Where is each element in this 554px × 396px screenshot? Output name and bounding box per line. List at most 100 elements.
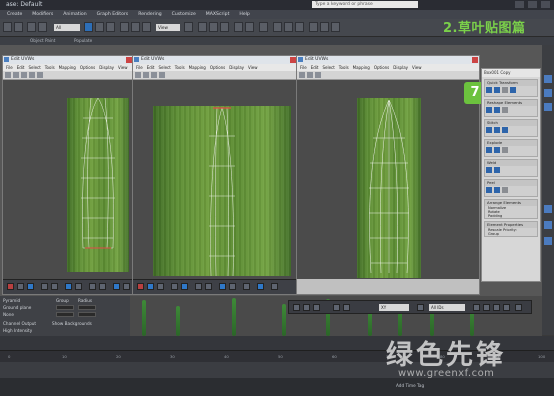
ring-icon[interactable] xyxy=(65,283,72,290)
paint-select-icon[interactable] xyxy=(113,283,120,290)
zoom-region-icon[interactable] xyxy=(493,304,500,311)
rollout-arrange-elements[interactable]: Arrange Elements Normalize Rotate Paddin… xyxy=(484,199,538,219)
scale-icon[interactable] xyxy=(151,72,157,78)
padding-field[interactable]: Padding xyxy=(485,214,537,218)
edge-mode-icon[interactable] xyxy=(17,283,24,290)
select-by-name-icon[interactable] xyxy=(95,22,104,32)
redo-icon[interactable] xyxy=(14,22,23,32)
rollout-element-properties[interactable]: Element Properties Rescale Priority: Gro… xyxy=(484,221,538,237)
detach-icon[interactable] xyxy=(494,147,500,153)
poly-mode-icon[interactable] xyxy=(157,283,164,290)
uvw-editor-window-2[interactable]: Edit UVWs File Edit Select Tools Mapping… xyxy=(132,55,298,295)
shrink-icon[interactable] xyxy=(343,304,350,311)
move-icon[interactable] xyxy=(299,72,305,78)
uvw-editor-window-1[interactable]: Edit UVWs File Edit Select Tools Mapping… xyxy=(2,55,134,295)
poly-mode-icon[interactable] xyxy=(27,283,34,290)
display-icon[interactable] xyxy=(544,221,552,229)
hierarchy-icon[interactable] xyxy=(544,103,552,111)
rollout-explode[interactable]: Explode xyxy=(484,139,538,157)
select-by-id-icon[interactable] xyxy=(123,283,130,290)
motion-icon[interactable] xyxy=(544,205,552,213)
render-setup-icon[interactable] xyxy=(309,22,318,32)
minimize-button[interactable] xyxy=(515,1,524,8)
pan-icon[interactable] xyxy=(473,304,480,311)
uv-viewport[interactable] xyxy=(297,80,479,279)
menu-file[interactable]: File xyxy=(300,64,307,71)
value-field[interactable] xyxy=(78,312,96,317)
menu-select[interactable]: Select xyxy=(28,64,40,71)
move-icon[interactable] xyxy=(5,72,11,78)
rollout-quick-transform[interactable]: Quick Transform xyxy=(484,79,538,97)
menu-maxscript[interactable]: MAXScript xyxy=(201,10,235,19)
weld-selected-icon[interactable] xyxy=(486,167,492,173)
value-field[interactable] xyxy=(56,312,74,317)
grow-icon[interactable] xyxy=(333,304,340,311)
filter-icon[interactable] xyxy=(271,283,278,290)
undo-icon[interactable] xyxy=(3,22,12,32)
search-input[interactable]: Type a keyword or phrase xyxy=(312,1,418,8)
menu-mapping[interactable]: Mapping xyxy=(59,64,76,71)
vertex-mode-icon[interactable] xyxy=(137,283,144,290)
element-select-icon[interactable] xyxy=(219,283,226,290)
selection-filter-dropdown[interactable]: All xyxy=(54,24,80,31)
menu-mapping[interactable]: Mapping xyxy=(189,64,206,71)
maximize-button[interactable] xyxy=(528,1,537,8)
stitch-source-icon[interactable] xyxy=(486,127,492,133)
grow-icon[interactable] xyxy=(171,283,178,290)
select-object-icon[interactable] xyxy=(84,22,93,32)
percent-snap-icon[interactable] xyxy=(220,22,229,32)
render-icon[interactable] xyxy=(331,22,340,32)
create-icon[interactable] xyxy=(544,75,552,83)
menu-select[interactable]: Select xyxy=(322,64,334,71)
straighten-icon[interactable] xyxy=(486,107,492,113)
menu-create[interactable]: Create xyxy=(2,10,27,19)
mirror-icon[interactable] xyxy=(37,72,43,78)
element-select-icon[interactable] xyxy=(89,283,96,290)
vertex-mode-icon[interactable] xyxy=(293,304,300,311)
xy-dropdown[interactable]: XY xyxy=(379,304,409,311)
loop-icon[interactable] xyxy=(75,283,82,290)
menu-animation[interactable]: Animation xyxy=(58,10,91,19)
menu-tools[interactable]: Tools xyxy=(45,64,55,71)
rollout-title[interactable]: Explode xyxy=(485,140,537,146)
menu-edit[interactable]: Edit xyxy=(147,64,155,71)
align-vertical-icon[interactable] xyxy=(494,87,500,93)
soft-select-icon[interactable] xyxy=(229,283,236,290)
shrink-icon[interactable] xyxy=(51,283,58,290)
menu-rendering[interactable]: Rendering xyxy=(133,10,166,19)
vertex-mode-icon[interactable] xyxy=(7,283,14,290)
scale-icon[interactable] xyxy=(21,72,27,78)
stitch-target-icon[interactable] xyxy=(494,127,500,133)
weld-target-icon[interactable] xyxy=(494,167,500,173)
move-icon[interactable] xyxy=(135,72,141,78)
radius-field[interactable] xyxy=(78,305,96,310)
modify-icon[interactable] xyxy=(544,89,552,97)
paint-select-icon[interactable] xyxy=(243,283,250,290)
tab-populate[interactable]: Populate xyxy=(74,38,92,43)
close-button[interactable] xyxy=(541,1,550,8)
id-filter-dropdown[interactable]: All IDs xyxy=(429,304,465,311)
object-name-field[interactable]: Box001 Copy xyxy=(482,69,540,77)
align-icon[interactable] xyxy=(245,22,254,32)
schematic-icon[interactable] xyxy=(284,22,293,32)
rollout-title[interactable]: Reshape Elements xyxy=(485,100,537,106)
edge-mode-icon[interactable] xyxy=(147,283,154,290)
reset-peel-icon[interactable] xyxy=(502,187,508,193)
lock-icon[interactable] xyxy=(417,304,424,311)
rotate-icon[interactable] xyxy=(143,72,149,78)
stitch-average-icon[interactable] xyxy=(502,127,508,133)
freeform-icon[interactable] xyxy=(29,72,35,78)
flatten-icon[interactable] xyxy=(502,147,508,153)
menu-tools[interactable]: Tools xyxy=(339,64,349,71)
rollout-stitch[interactable]: Stitch xyxy=(484,119,538,137)
menu-graph-editors[interactable]: Graph Editors xyxy=(92,10,134,19)
scale-icon[interactable] xyxy=(315,72,321,78)
snap-icon[interactable] xyxy=(198,22,207,32)
menu-file[interactable]: File xyxy=(136,64,143,71)
rollout-peel[interactable]: Peel xyxy=(484,179,538,197)
pivot-icon[interactable] xyxy=(184,22,193,32)
move-icon[interactable] xyxy=(120,22,129,32)
quick-peel-icon[interactable] xyxy=(486,187,492,193)
rotate-icon[interactable] xyxy=(307,72,313,78)
menu-display[interactable]: Display xyxy=(229,64,244,71)
